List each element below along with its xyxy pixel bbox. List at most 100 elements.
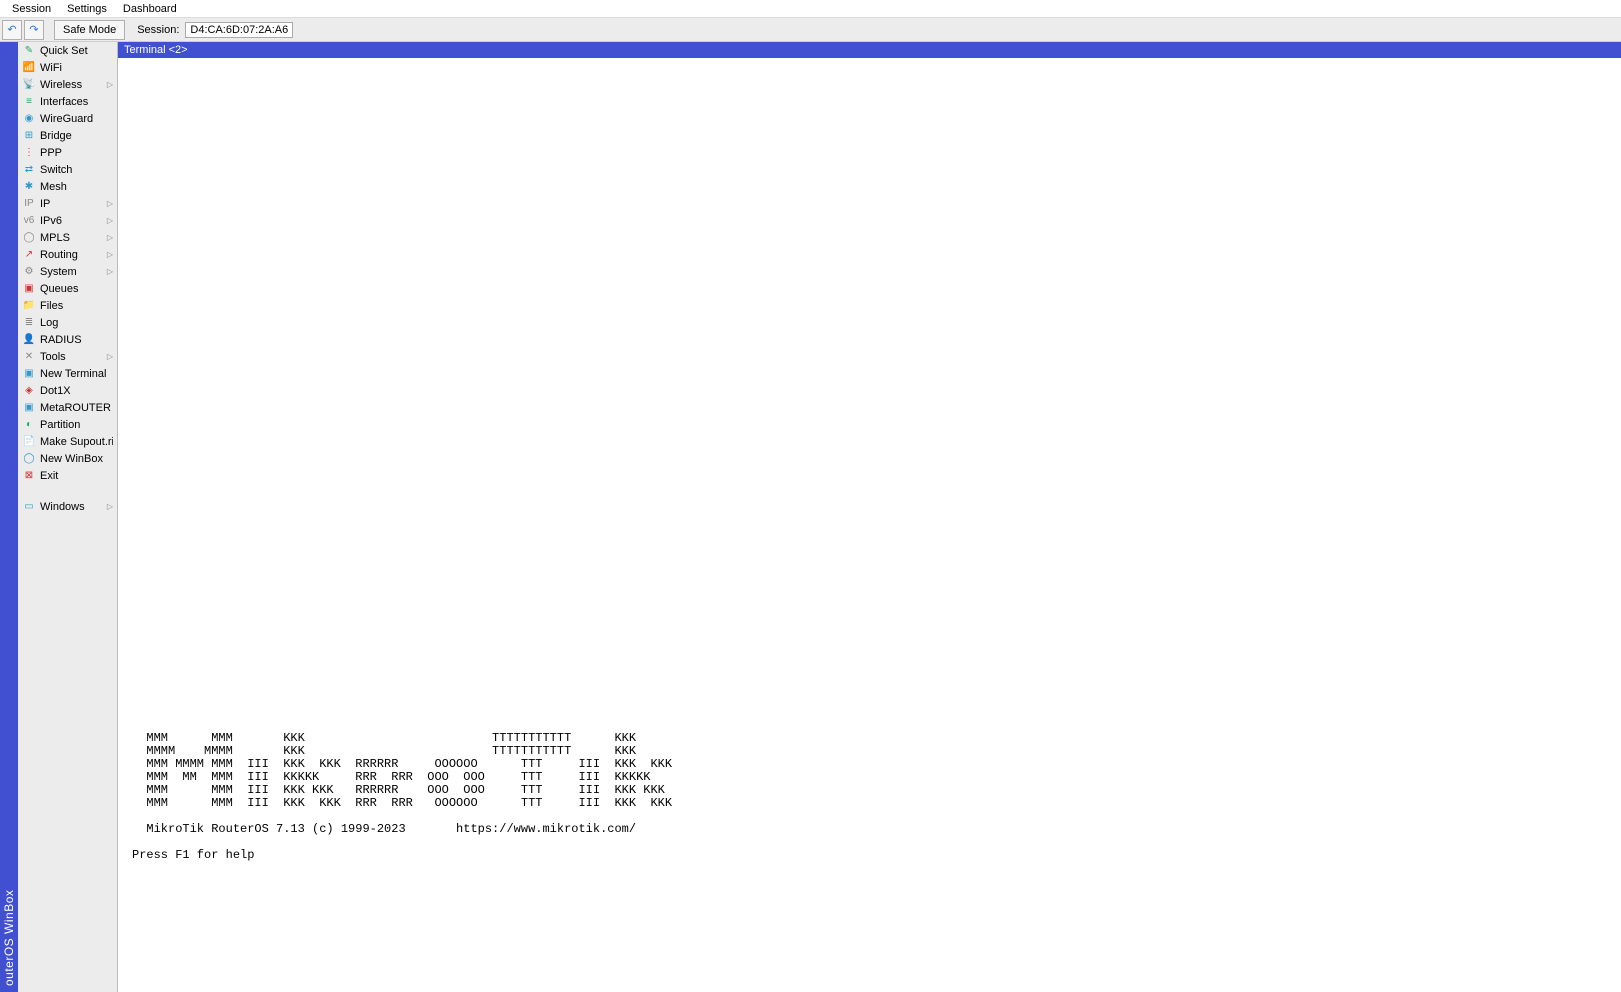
sidebar-item-label: WireGuard [40,113,113,125]
sidebar-item-label: Wireless [40,79,107,91]
new-winbox-icon: ◯ [22,452,36,466]
queues-icon: ▣ [22,282,36,296]
sidebar-item-label: New Terminal [40,368,113,380]
sidebar-item-label: Quick Set [40,45,113,57]
wifi-icon: 📶 [22,61,36,75]
sidebar-item-wireless[interactable]: 📡Wireless▷ [18,76,117,93]
sidebar-item-wifi[interactable]: 📶 WiFi [18,59,117,76]
wireless-icon: 📡 [22,78,36,92]
tools-icon: ✕ [22,350,36,364]
content-area: Terminal <2> MMM MMM KKK TTTTTTTTTTT KKK… [118,42,1621,992]
sidebar-item-dot1x[interactable]: ◈ Dot1X [18,382,117,399]
sidebar-item-mesh[interactable]: ✱ Mesh [18,178,117,195]
chevron-right-icon: ▷ [107,267,113,276]
sidebar: ✎ Quick Set 📶 WiFi 📡 Wireless ▷ ≡ Interfaces ◉ Wir… [18,42,118,992]
ip-icon: IP [22,197,36,211]
interfaces-icon: ≡ [22,95,36,109]
sidebar-item-label: Log [40,317,113,329]
sidebar-item-label: Make Supout.rif [40,436,113,448]
sidebar-item-label: Partition [40,419,113,431]
sidebar-item-files[interactable]: 📁 Files [18,297,117,314]
chevron-right-icon: ▷ [107,352,113,361]
undo-button[interactable]: ↶ [2,20,22,40]
chevron-right-icon: ▷ [107,250,113,259]
sidebar-item-partition[interactable]: ◐ Partition [18,416,117,433]
sidebar-item-ipv6[interactable]: v6 IPv6▷ [18,212,117,229]
sidebar-item-label: New WinBox [40,453,113,465]
redo-icon: ↷ [29,23,38,36]
sidebar-item-switch[interactable]: ⇄Switch [18,161,117,178]
sidebar-item-label: Bridge [40,130,113,142]
sidebar-item-interfaces[interactable]: ≡ Interfaces [18,93,117,110]
log-icon: ≣ [22,316,36,330]
sidebar-item-system[interactable]: ⚙ System▷ [18,263,117,280]
sidebar-item-label: IP [40,198,107,210]
windows-icon: ▭ [22,500,36,514]
session-value: D4:CA:6D:07:2A:A6 [185,22,293,38]
terminal[interactable]: MMM MMM KKK TTTTTTTTTTT KKK MMMM MMMM KK… [118,58,1621,992]
terminal-titlebar[interactable]: Terminal <2> [118,42,1621,58]
radius-icon: 👤 [22,333,36,347]
menu-session[interactable]: Session [4,1,59,17]
quick-set-icon: ✎ [22,44,36,58]
ipv6-icon: v6 [22,214,36,228]
wireguard-icon: ◉ [22,112,36,126]
sidebar-item-windows[interactable]: ▭ Windows▷ [18,498,117,515]
sidebar-item-queues[interactable]: ▣Queues [18,280,117,297]
chevron-right-icon: ▷ [107,216,113,225]
session-label: Session: [127,24,183,36]
sidebar-item-routing[interactable]: ↗ Routing▷ [18,246,117,263]
sidebar-item-wireguard[interactable]: ◉ WireGuard [18,110,117,127]
routing-icon: ↗ [22,248,36,262]
sidebar-item-bridge[interactable]: ⊞ Bridge [18,127,117,144]
sidebar-item-label: WiFi [40,62,113,74]
sidebar-item-label: Mesh [40,181,113,193]
vertical-title: outerOS WinBox [0,42,18,992]
menubar: Session Settings Dashboard [0,0,1621,18]
chevron-right-icon: ▷ [107,199,113,208]
sidebar-item-label: System [40,266,107,278]
toolbar: ↶ ↷ Safe Mode Session: D4:CA:6D:07:2A:A6 [0,18,1621,42]
sidebar-item-label: Windows [40,501,107,513]
sidebar-item-log[interactable]: ≣ Log [18,314,117,331]
ppp-icon: ⋮ [22,146,36,160]
exit-icon: ⊠ [22,469,36,483]
system-icon: ⚙ [22,265,36,279]
sidebar-item-label: PPP [40,147,113,159]
sidebar-item-label: IPv6 [40,215,107,227]
chevron-right-icon: ▷ [107,502,113,511]
sidebar-item-label: Tools [40,351,107,363]
new-terminal-icon: ▣ [22,367,36,381]
sidebar-item-radius[interactable]: 👤RADIUS [18,331,117,348]
safe-mode-button[interactable]: Safe Mode [54,20,125,40]
menu-dashboard[interactable]: Dashboard [115,1,185,17]
sidebar-item-label: Interfaces [40,96,113,108]
metarouter-icon: ▣ [22,401,36,415]
sidebar-item-ppp[interactable]: ⋮ PPP [18,144,117,161]
partition-icon: ◐ [22,418,36,432]
sidebar-item-label: Dot1X [40,385,113,397]
switch-icon: ⇄ [22,163,36,177]
mesh-icon: ✱ [22,180,36,194]
dot1x-icon: ◈ [22,384,36,398]
sidebar-item-quick-set[interactable]: ✎ Quick Set [18,42,117,59]
redo-button[interactable]: ↷ [24,20,44,40]
sidebar-item-label: Routing [40,249,107,261]
sidebar-item-metarouter[interactable]: ▣MetaROUTER [18,399,117,416]
files-icon: 📁 [22,299,36,313]
bridge-icon: ⊞ [22,129,36,143]
sidebar-item-tools[interactable]: ✕ Tools▷ [18,348,117,365]
sidebar-item-make-supout-rif[interactable]: 📄 Make Supout.rif [18,433,117,450]
sidebar-item-label: Files [40,300,113,312]
make-supout-rif-icon: 📄 [22,435,36,449]
menu-settings[interactable]: Settings [59,1,115,17]
sidebar-item-new-terminal[interactable]: ▣ New Terminal [18,365,117,382]
sidebar-item-exit[interactable]: ⊠ Exit [18,467,117,484]
sidebar-item-mpls[interactable]: ◯MPLS▷ [18,229,117,246]
sidebar-item-label: Exit [40,470,113,482]
terminal-output: MMM MMM KKK TTTTTTTTTTT KKK MMMM MMMM KK… [132,732,672,862]
undo-icon: ↶ [7,23,16,36]
sidebar-item-new-winbox[interactable]: ◯ New WinBox [18,450,117,467]
sidebar-item-ip[interactable]: IPIP▷ [18,195,117,212]
sidebar-item-label: MPLS [40,232,107,244]
